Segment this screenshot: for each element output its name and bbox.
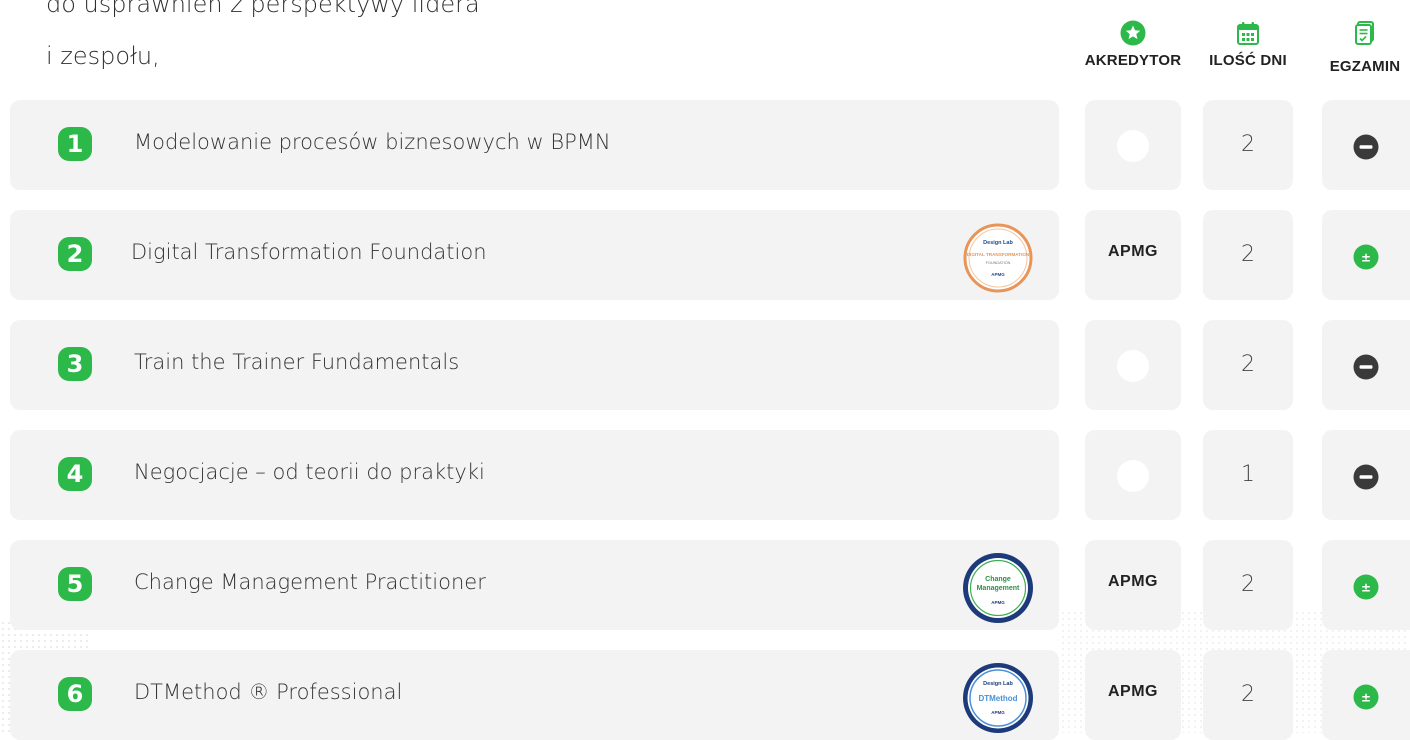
- badge-level: FOUNDATION: [986, 261, 1011, 265]
- badge-org: APMG: [991, 710, 1005, 715]
- minus-icon: [1353, 464, 1379, 490]
- course-days: 2: [1241, 352, 1255, 377]
- badge-org: APMG: [991, 272, 1005, 277]
- svg-text:±: ±: [1361, 581, 1371, 595]
- accreditor-name: APMG: [1108, 573, 1158, 590]
- header-accreditor-label: AKREDYTOR: [1084, 52, 1182, 69]
- header-days-label: ILOŚĆ DNI: [1209, 52, 1287, 69]
- intro-line-2: i zespołu,: [46, 42, 160, 70]
- course-title[interactable]: Digital Transformation Foundation: [131, 240, 487, 264]
- course-title[interactable]: DTMethod ® Professional: [134, 680, 402, 704]
- course-number: 1: [58, 127, 92, 161]
- accreditor-name: APMG: [1108, 683, 1158, 700]
- course-number: 5: [58, 567, 92, 601]
- badge-org: APMG: [991, 600, 1005, 605]
- badge-brand: Design Lab: [983, 681, 1013, 687]
- star-icon: [1120, 20, 1146, 46]
- no-accreditor-dot: [1117, 350, 1149, 382]
- plus-minus-icon: ±: [1353, 574, 1379, 600]
- course-days: 1: [1241, 462, 1255, 487]
- course-title[interactable]: Negocjacje – od teorii do praktyki: [134, 460, 485, 484]
- calendar-icon: [1237, 22, 1259, 45]
- no-accreditor-dot: [1117, 130, 1149, 162]
- digital-transformation-badge: Design Lab DIGITAL TRANSFORMATION FOUNDA…: [963, 223, 1033, 293]
- course-number: 6: [58, 677, 92, 711]
- minus-icon: [1353, 354, 1379, 380]
- course-row[interactable]: 6 DTMethod ® Professional Design Lab DTM…: [0, 650, 1410, 740]
- badge-name: DIGITAL TRANSFORMATION: [967, 252, 1030, 257]
- plus-minus-icon: ±: [1353, 244, 1379, 270]
- header-exam-label: EGZAMIN: [1329, 58, 1401, 75]
- course-number: 3: [58, 347, 92, 381]
- course-title[interactable]: Change Management Practitioner: [134, 570, 486, 594]
- course-days: 2: [1241, 132, 1255, 157]
- change-management-badge: Change Management APMG: [963, 553, 1033, 623]
- course-row[interactable]: 3 Train the Trainer Fundamentals 2: [0, 320, 1410, 410]
- header-days: ILOŚĆ DNI: [1188, 20, 1308, 69]
- badge-name: DTMethod: [978, 694, 1017, 703]
- intro-text: do usprawnień z perspektywy lidera i zes…: [46, 0, 480, 82]
- course-days: 2: [1241, 242, 1255, 267]
- badge-name-line2: Management: [977, 585, 1020, 592]
- course-row[interactable]: 2 Digital Transformation Foundation Desi…: [0, 210, 1410, 300]
- dtmethod-badge: Design Lab DTMethod APMG: [963, 663, 1033, 733]
- course-row[interactable]: 4 Negocjacje – od teorii do praktyki 1: [0, 430, 1410, 520]
- course-title[interactable]: Modelowanie procesów biznesowych w BPMN: [134, 130, 611, 154]
- badge-name-line1: Change: [985, 576, 1011, 583]
- svg-text:±: ±: [1361, 691, 1371, 705]
- accreditor-name: APMG: [1108, 243, 1158, 260]
- course-row[interactable]: 5 Change Management Practitioner Change …: [0, 540, 1410, 630]
- svg-text:±: ±: [1361, 251, 1371, 265]
- course-row[interactable]: 1 Modelowanie procesów biznesowych w BPM…: [0, 100, 1410, 190]
- badge-brand: Design Lab: [983, 240, 1013, 246]
- intro-line-1: do usprawnień z perspektywy lidera: [46, 0, 480, 18]
- plus-minus-icon: ±: [1353, 684, 1379, 710]
- course-days: 2: [1241, 682, 1255, 707]
- header-accreditor: AKREDYTOR: [1073, 20, 1193, 69]
- exam-document-icon: [1355, 21, 1374, 45]
- course-number: 4: [58, 457, 92, 491]
- header-exam: EGZAMIN: [1305, 20, 1410, 75]
- minus-icon: [1353, 134, 1379, 160]
- course-number: 2: [58, 237, 92, 271]
- course-days: 2: [1241, 572, 1255, 597]
- course-title[interactable]: Train the Trainer Fundamentals: [134, 350, 459, 374]
- no-accreditor-dot: [1117, 460, 1149, 492]
